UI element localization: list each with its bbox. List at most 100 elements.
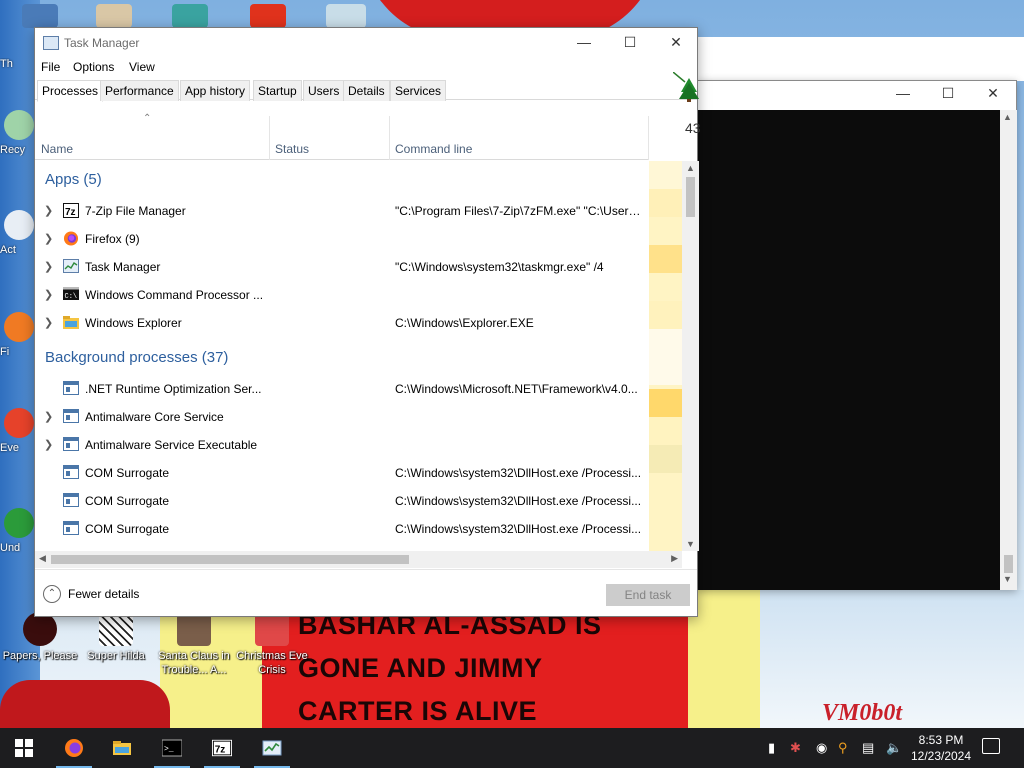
chevron-right-icon[interactable]: ❯ [44,204,53,217]
desktop-icon-super-hilda[interactable]: Super Hilda [78,612,154,663]
process-row[interactable]: .NET Runtime Optimization Ser... C:\Wind… [35,375,649,403]
task-manager-window[interactable]: Task Manager — ☐ ✕ File Options View Pro… [34,27,701,617]
process-name: .NET Runtime Optimization Ser... [85,382,262,396]
tray-app-icon[interactable]: ▮ [768,740,775,756]
horizontal-scrollbar[interactable]: ◀ ▶ [35,551,682,568]
desktop-icon[interactable]: Und [0,508,36,554]
minimize-icon[interactable]: — [561,30,607,56]
notification-icon[interactable] [982,738,1000,754]
desktop-icon[interactable]: Act [0,210,36,256]
vertical-scrollbar[interactable]: ▲ ▼ [682,161,699,551]
desktop-icon-christmas-eve[interactable]: Christmas Eve Crisis [234,612,310,677]
console-title-bar[interactable]: — ☐ ✕ [698,81,1016,109]
scroll-right-icon[interactable]: ▶ [671,553,678,564]
desktop-icon[interactable]: Recy [0,110,36,156]
process-row[interactable]: ❯ C:\ Windows Command Processor ... [35,281,649,309]
maximize-icon[interactable]: ☐ [933,85,963,105]
start-button[interactable] [0,728,48,768]
close-icon[interactable]: ✕ [978,85,1008,105]
scroll-up-icon[interactable]: ▲ [686,163,695,173]
tab-users[interactable]: Users [303,80,345,101]
menu-options[interactable]: Options [73,60,114,74]
system-clock[interactable]: 8:53 PM 12/23/2024 [908,732,974,764]
desktop-icon-top[interactable] [250,4,286,28]
desktop-icon-papers-please[interactable]: Papers, Please [2,612,78,663]
menu-file[interactable]: File [41,60,60,74]
background-window[interactable] [697,37,1024,81]
volume-icon[interactable]: 🔈 [886,740,902,756]
scroll-thumb[interactable] [1004,555,1013,573]
process-row[interactable]: ❯ Task Manager "C:\Windows\system32\task… [35,253,649,281]
console-window[interactable]: — ☐ ✕ ▲ ▼ [697,80,1017,590]
tab-processes[interactable]: Processes [37,80,104,102]
footer-bar: ⌃ Fewer details End task [35,569,697,617]
process-row[interactable]: ❯ Firefox (9) [35,225,649,253]
console-output[interactable] [698,110,1000,590]
group-header-background[interactable]: Background processes (37) [45,349,228,366]
desktop-icon-top[interactable] [172,4,208,28]
process-row[interactable]: ❯ Windows Explorer C:\Windows\Explorer.E… [35,309,649,337]
close-icon[interactable]: ✕ [653,30,699,56]
process-row[interactable]: ❯ 7z 7-Zip File Manager "C:\Program File… [35,197,649,225]
desktop-icon-top[interactable] [22,4,58,28]
desktop-icon[interactable]: Eve [0,408,36,454]
taskbar-task-manager[interactable] [248,728,296,768]
process-row[interactable]: ❯ Antimalware Core Service [35,403,649,431]
window-title: Task Manager [64,36,140,50]
desktop-icon[interactable]: Fi [0,312,36,358]
desktop-icon-label: Eve [0,442,19,454]
process-row[interactable]: COM Surrogate C:\Windows\system32\DllHos… [35,487,649,515]
scroll-left-icon[interactable]: ◀ [39,553,46,564]
tab-details[interactable]: Details [343,80,390,101]
process-name: Antimalware Core Service [85,410,224,424]
tab-services[interactable]: Services [390,80,447,101]
tab-app-history[interactable]: App history [180,80,251,101]
desktop-icon-top[interactable] [96,4,132,28]
end-task-button[interactable]: End task [606,584,690,606]
scroll-down-icon[interactable]: ▼ [686,539,695,549]
column-header-row: Name Status Command line [35,116,649,160]
desktop-icon-top[interactable] [326,4,366,28]
group-header-apps[interactable]: Apps (5) [45,171,102,188]
scroll-up-icon[interactable]: ▲ [1003,112,1012,122]
column-header-cpu[interactable]: 43 [649,116,701,160]
title-bar[interactable]: Task Manager — ☐ ✕ [35,28,697,58]
tab-startup[interactable]: Startup [253,80,302,101]
column-header-command-line[interactable]: Command line [389,116,649,160]
chevron-right-icon[interactable]: ❯ [44,410,53,423]
taskbar-firefox[interactable] [50,728,98,768]
column-label: Command line [395,142,473,156]
chevron-right-icon[interactable]: ❯ [44,260,53,273]
scroll-down-icon[interactable]: ▼ [1003,574,1012,584]
svg-text:7z: 7z [65,207,76,218]
maximize-icon[interactable]: ☐ [607,30,653,56]
scroll-thumb[interactable] [686,177,695,217]
fewer-details-link[interactable]: Fewer details [68,587,139,601]
process-row[interactable]: ❯ Antimalware Service Executable [35,431,649,459]
chevron-right-icon[interactable]: ❯ [44,438,53,451]
chevron-up-icon[interactable]: ⌃ [43,585,61,603]
desktop-icon-santa-claus[interactable]: Santa Claus in Trouble... A... [156,612,232,677]
search-icon[interactable]: ⚲ [838,740,848,756]
process-row[interactable]: COM Surrogate C:\Windows\system32\DllHos… [35,459,649,487]
firefox-icon [4,312,34,342]
chevron-right-icon[interactable]: ❯ [44,288,53,301]
process-row[interactable]: COM Surrogate C:\Windows\system32\DllHos… [35,515,649,543]
scroll-thumb[interactable] [51,555,409,564]
chevron-right-icon[interactable]: ❯ [44,316,53,329]
menu-view[interactable]: View [129,60,155,74]
tray-colorful-icon[interactable]: ✱ [790,740,801,756]
desktop-icon[interactable]: Th [0,58,36,70]
column-header-name[interactable]: Name [35,116,269,160]
tab-performance[interactable]: Performance [100,80,179,101]
taskbar-7zip[interactable]: 7z [198,728,246,768]
network-icon[interactable]: ▤ [862,740,874,756]
tray-drop-icon[interactable]: ◉ [816,740,827,756]
console-scrollbar[interactable]: ▲ ▼ [1000,110,1017,590]
minimize-icon[interactable]: — [888,85,918,105]
column-header-status[interactable]: Status [269,116,389,160]
taskbar-cmd[interactable]: >_ [148,728,196,768]
chevron-right-icon[interactable]: ❯ [44,232,53,245]
santa-game-icon [177,612,211,646]
taskbar-file-explorer[interactable] [98,728,146,768]
